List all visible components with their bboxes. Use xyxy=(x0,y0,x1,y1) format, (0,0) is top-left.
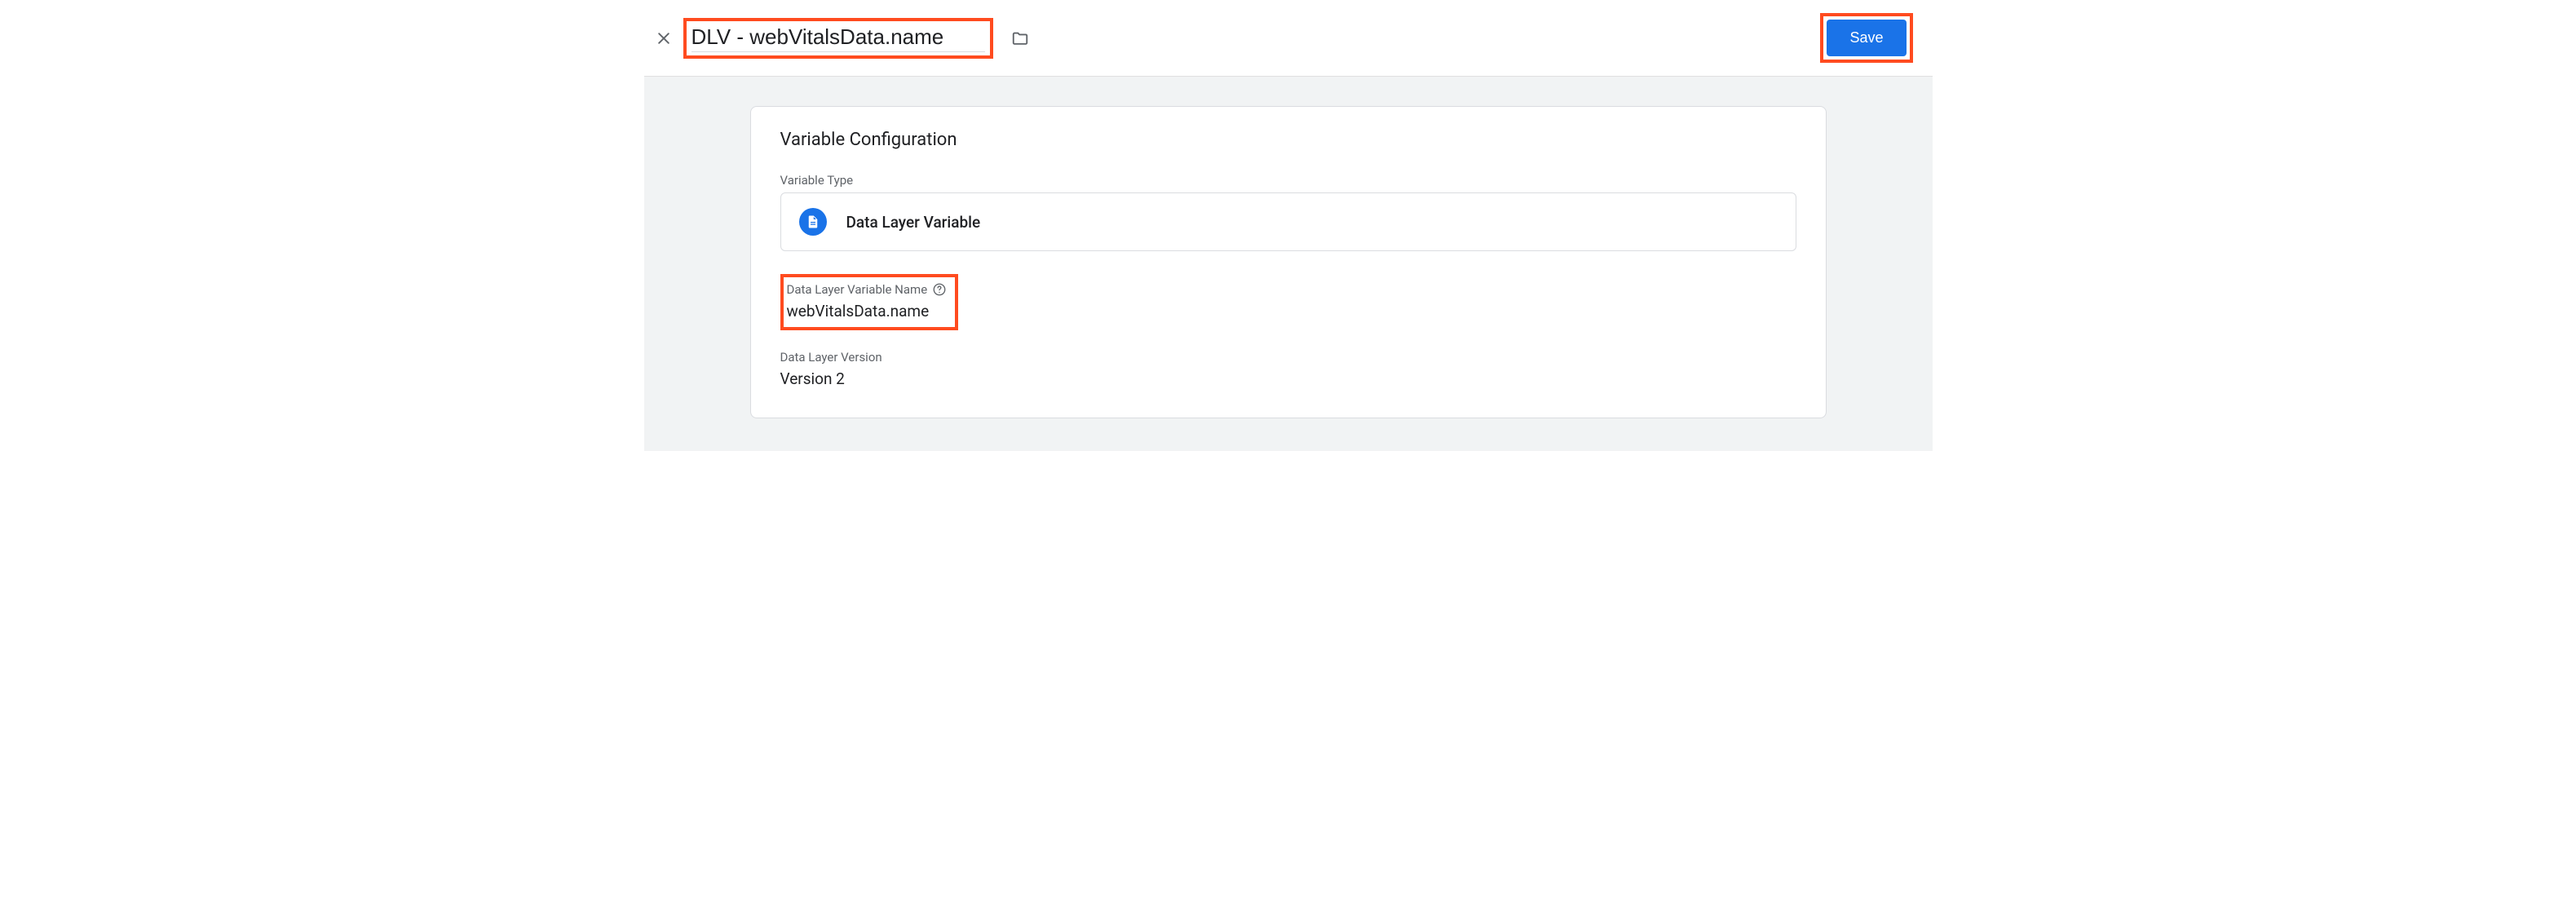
help-icon[interactable] xyxy=(932,282,947,297)
save-button[interactable]: Save xyxy=(1827,20,1906,56)
section-title: Variable Configuration xyxy=(780,130,1796,150)
data-layer-variable-icon xyxy=(799,208,827,236)
variable-configuration-card: Variable Configuration Variable Type Dat… xyxy=(750,106,1827,418)
variable-type-label: Variable Type xyxy=(780,173,1796,188)
variable-name-input[interactable] xyxy=(691,23,985,52)
dlv-version-label: Data Layer Version xyxy=(780,350,1796,365)
dlv-name-label: Data Layer Variable Name xyxy=(787,282,928,297)
dlv-name-highlight: Data Layer Variable Name webVitalsData.n… xyxy=(780,274,959,330)
variable-type-selector[interactable]: Data Layer Variable xyxy=(780,192,1796,251)
dlv-name-value: webVitalsData.name xyxy=(787,302,948,320)
dlv-version-value: Version 2 xyxy=(780,369,1796,388)
editor-header: Save xyxy=(644,0,1933,77)
variable-type-value: Data Layer Variable xyxy=(846,213,981,232)
folder-icon[interactable] xyxy=(1010,28,1031,49)
dlv-name-label-row: Data Layer Variable Name xyxy=(787,282,948,297)
close-icon[interactable] xyxy=(654,29,674,48)
save-button-highlight: Save xyxy=(1820,13,1912,63)
header-left xyxy=(654,18,1031,59)
variable-name-highlight xyxy=(683,18,993,59)
main-area: Variable Configuration Variable Type Dat… xyxy=(644,77,1933,451)
dlv-version-block: Data Layer Version Version 2 xyxy=(780,350,1796,388)
